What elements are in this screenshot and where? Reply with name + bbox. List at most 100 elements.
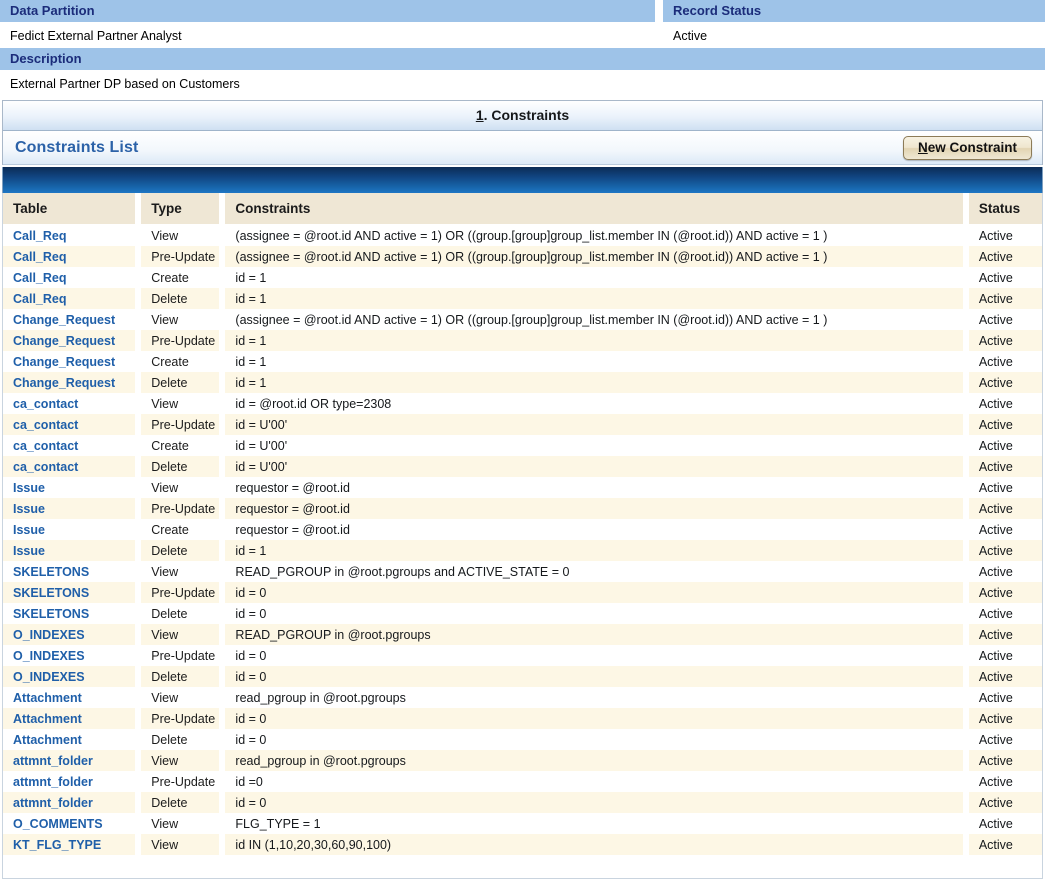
cell-table-name[interactable]: SKELETONS <box>3 561 141 582</box>
cell-status: Active <box>968 393 1042 414</box>
cell-type: Pre-Update <box>141 645 225 666</box>
tab-label: . Constraints <box>483 107 570 123</box>
cell-table-name[interactable]: attmnt_folder <box>3 792 141 813</box>
cell-table-name[interactable]: Issue <box>3 477 141 498</box>
table-row: SKELETONS Pre-Update id = 0 Active <box>3 582 1042 603</box>
cell-type: Create <box>141 267 225 288</box>
cell-constraint: id = 1 <box>225 351 968 372</box>
cell-table-name[interactable]: O_INDEXES <box>3 624 141 645</box>
cell-table-name[interactable]: O_COMMENTS <box>3 813 141 834</box>
cell-status: Active <box>968 414 1042 435</box>
table-row: O_COMMENTS View FLG_TYPE = 1 Active <box>3 813 1042 834</box>
table-row: O_INDEXES View READ_PGROUP in @root.pgroup… <box>3 624 1042 645</box>
cell-constraint: id = U'00' <box>225 456 968 477</box>
cell-status: Active <box>968 771 1042 792</box>
cell-table-name[interactable]: KT_FLG_TYPE <box>3 834 141 855</box>
column-header-constraints[interactable]: Constraints <box>225 193 969 225</box>
cell-constraint: id = 1 <box>225 288 968 309</box>
new-constraint-label: ew Constraint <box>927 139 1017 155</box>
cell-table-name[interactable]: attmnt_folder <box>3 750 141 771</box>
constraints-list-toolbar: Constraints List New Constraint <box>3 131 1042 165</box>
cell-constraint: (assignee = @root.id AND active = 1) OR … <box>225 225 968 246</box>
table-row: KT_FLG_TYPE View id IN (1,10,20,30,60,90,1… <box>3 834 1042 855</box>
table-row: ca_contact Create id = U'00' Active <box>3 435 1042 456</box>
cell-type: View <box>141 477 225 498</box>
cell-table-name[interactable]: ca_contact <box>3 435 141 456</box>
column-header-type[interactable]: Type <box>141 193 226 225</box>
cell-constraint: (assignee = @root.id AND active = 1) OR … <box>225 309 968 330</box>
cell-constraint: id = 1 <box>225 267 968 288</box>
cell-type: Delete <box>141 666 225 687</box>
cell-table-name[interactable]: SKELETONS <box>3 582 141 603</box>
cell-type: Pre-Update <box>141 330 225 351</box>
cell-type: Delete <box>141 540 225 561</box>
constraints-table-head: Table Type Constraints Status <box>3 193 1042 225</box>
new-constraint-accesskey: N <box>917 139 928 155</box>
cell-status: Active <box>968 582 1042 603</box>
cell-status: Active <box>968 834 1042 855</box>
cell-constraint: id = 0 <box>225 708 968 729</box>
cell-table-name[interactable]: Call_Req <box>3 288 141 309</box>
cell-status: Active <box>968 456 1042 477</box>
cell-table-name[interactable]: Issue <box>3 540 141 561</box>
table-row: Call_Req Create id = 1 Active <box>3 267 1042 288</box>
cell-table-name[interactable]: Call_Req <box>3 225 141 246</box>
cell-type: Pre-Update <box>141 708 225 729</box>
cell-table-name[interactable]: Call_Req <box>3 246 141 267</box>
cell-table-name[interactable]: ca_contact <box>3 456 141 477</box>
new-constraint-button[interactable]: New Constraint <box>902 135 1032 160</box>
cell-type: View <box>141 624 225 645</box>
cell-table-name[interactable]: attmnt_folder <box>3 771 141 792</box>
cell-table-name[interactable]: Change_Request <box>3 309 141 330</box>
table-row: Change_Request Pre-Update id = 1 Active <box>3 330 1042 351</box>
cell-table-name[interactable]: Change_Request <box>3 351 141 372</box>
cell-type: View <box>141 750 225 771</box>
cell-table-name[interactable]: O_INDEXES <box>3 645 141 666</box>
value-gap <box>655 22 663 48</box>
cell-type: Pre-Update <box>141 246 225 267</box>
record-summary: Data Partition Record Status Fedict Exte… <box>0 0 1045 100</box>
cell-table-name[interactable]: Attachment <box>3 687 141 708</box>
cell-type: Delete <box>141 288 225 309</box>
constraints-table-body: Call_Req View (assignee = @root.id AND act… <box>3 225 1042 855</box>
column-header-table[interactable]: Table <box>3 193 142 225</box>
cell-status: Active <box>968 729 1042 750</box>
data-partition-label: Data Partition <box>0 0 655 22</box>
table-row: attmnt_folder Delete id = 0 Active <box>3 792 1042 813</box>
cell-table-name[interactable]: ca_contact <box>3 414 141 435</box>
cell-table-name[interactable]: Issue <box>3 498 141 519</box>
table-row: attmnt_folder View read_pgroup in @root.pg… <box>3 750 1042 771</box>
cell-constraint: requestor = @root.id <box>225 477 968 498</box>
cell-status: Active <box>968 666 1042 687</box>
table-header-row: Table Type Constraints Status <box>3 193 1042 225</box>
tab-accesskey: 1 <box>475 107 484 123</box>
column-header-status[interactable]: Status <box>968 193 1042 225</box>
cell-type: Delete <box>141 792 225 813</box>
table-row: SKELETONS Delete id = 0 Active <box>3 603 1042 624</box>
table-row: Change_Request Delete id = 1 Active <box>3 372 1042 393</box>
constraints-table: Table Type Constraints Status Call_Req Vi… <box>2 193 1043 855</box>
cell-table-name[interactable]: ca_contact <box>3 393 141 414</box>
description-value: External Partner DP based on Customers <box>10 77 240 91</box>
cell-type: View <box>141 309 225 330</box>
table-row: ca_contact Pre-Update id = U'00' Active <box>3 414 1042 435</box>
cell-constraint: id = U'00' <box>225 414 968 435</box>
cell-table-name[interactable]: Change_Request <box>3 372 141 393</box>
cell-type: Pre-Update <box>141 498 225 519</box>
tab-constraints[interactable]: 1. Constraints <box>3 101 1042 131</box>
cell-table-name[interactable]: Attachment <box>3 708 141 729</box>
cell-table-name[interactable]: Call_Req <box>3 267 141 288</box>
cell-table-name[interactable]: SKELETONS <box>3 603 141 624</box>
cell-constraint: id = @root.id OR type=2308 <box>225 393 968 414</box>
cell-status: Active <box>968 435 1042 456</box>
cell-status: Active <box>968 498 1042 519</box>
cell-status: Active <box>968 225 1042 246</box>
cell-table-name[interactable]: O_INDEXES <box>3 666 141 687</box>
table-row: Call_Req View (assignee = @root.id AND act… <box>3 225 1042 246</box>
cell-table-name[interactable]: Issue <box>3 519 141 540</box>
cell-table-name[interactable]: Attachment <box>3 729 141 750</box>
cell-constraint: FLG_TYPE = 1 <box>225 813 968 834</box>
cell-table-name[interactable]: Change_Request <box>3 330 141 351</box>
cell-status: Active <box>968 351 1042 372</box>
summary-header-row-1: Data Partition Record Status <box>0 0 1045 22</box>
